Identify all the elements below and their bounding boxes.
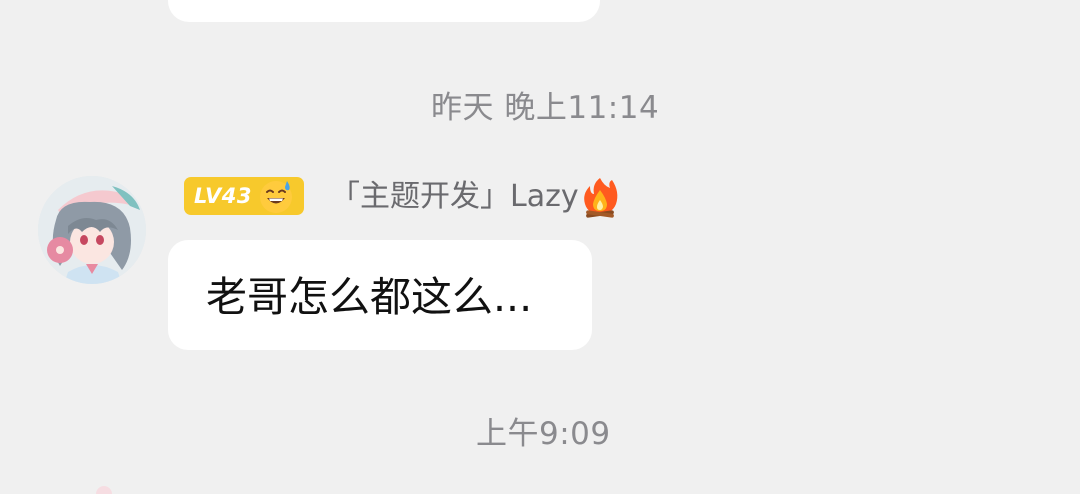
timestamp-yesterday: 昨天 晚上11:14	[431, 90, 660, 126]
previous-message-bubble[interactable]	[168, 0, 600, 22]
level-badge: LV43	[184, 177, 304, 215]
fire-icon	[584, 178, 618, 218]
level-label: LV43	[194, 184, 252, 208]
sender-avatar[interactable]	[38, 176, 146, 284]
message-text: 老哥怎么都这么...	[206, 273, 533, 321]
grinning-sweat-icon	[259, 181, 292, 213]
timestamp-today: 上午9:09	[476, 416, 611, 452]
message-bubble[interactable]: 老哥怎么都这么...	[168, 240, 592, 350]
sender-name[interactable]: 「主题开发」Lazy	[330, 178, 579, 216]
